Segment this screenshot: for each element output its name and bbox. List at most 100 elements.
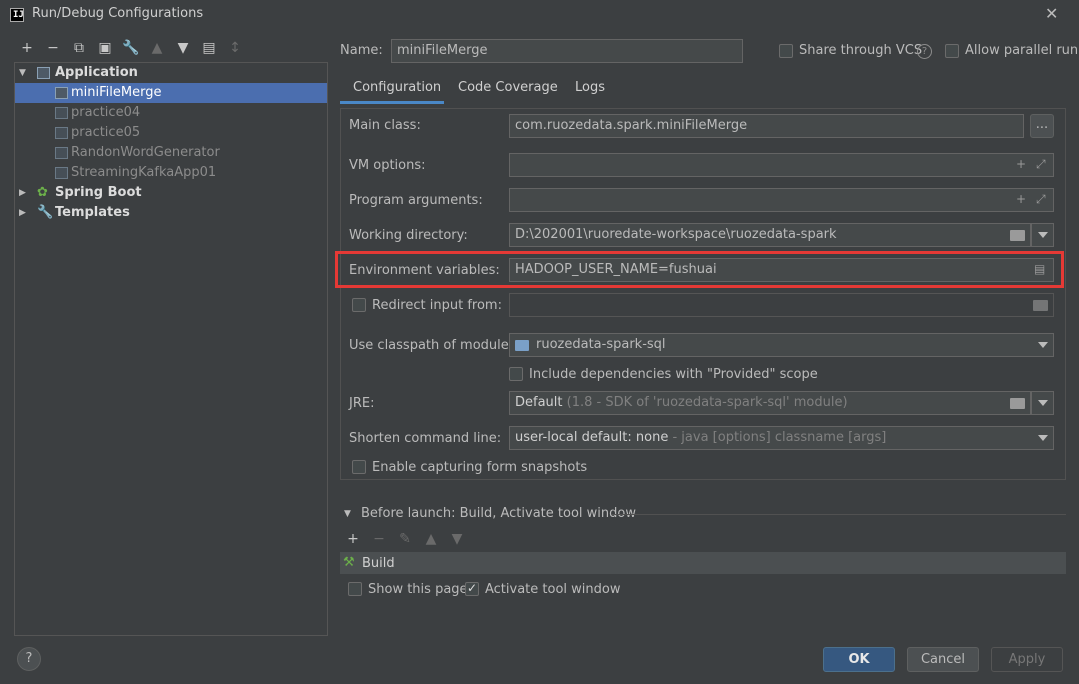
add-icon[interactable]: + (1016, 157, 1026, 171)
tree-label: practice04 (71, 105, 141, 120)
allow-parallel-label: Allow parallel run (965, 43, 1079, 58)
tree-item-minifilemerge[interactable]: miniFileMerge (15, 83, 327, 103)
name-label: Name: (340, 43, 383, 58)
move-down-icon[interactable]: ▼ (174, 39, 192, 57)
intellij-app-icon: IJ (10, 8, 24, 22)
copy-icon[interactable]: ⧉ (70, 39, 88, 57)
before-launch-title: Before launch: Build, Activate tool wind… (361, 506, 636, 521)
tree-item-practice04[interactable]: practice04 (15, 103, 327, 123)
expand-icon[interactable]: ⤢ (1036, 157, 1046, 172)
jre-input[interactable]: Default (1.8 - SDK of 'ruozedata-spark-s… (509, 391, 1031, 415)
move-down-icon[interactable]: ▼ (448, 530, 466, 548)
new-folder-icon[interactable]: ▤ (200, 39, 218, 57)
application-icon (55, 147, 68, 159)
show-page-label: Show this page (368, 582, 468, 597)
tree-label: practice05 (71, 125, 141, 140)
chevron-right-icon[interactable]: ▶ (19, 183, 26, 203)
working-dir-label: Working directory: (349, 228, 468, 243)
vm-options-label: VM options: (349, 158, 426, 173)
name-input[interactable]: miniFileMerge (391, 39, 743, 63)
highlight-box (335, 251, 1064, 288)
working-dir-input[interactable]: D:\202001\ruoredate-workspace\ruozedata-… (509, 223, 1031, 247)
tree-item-practice05[interactable]: practice05 (15, 123, 327, 143)
vm-options-input[interactable] (509, 153, 1054, 177)
activate-tool-checkbox[interactable] (465, 581, 479, 596)
share-vcs-checkbox[interactable] (779, 44, 793, 58)
chevron-down-icon (1038, 342, 1048, 348)
help-button[interactable]: ? (17, 647, 41, 671)
add-icon[interactable]: + (18, 39, 36, 57)
application-icon (55, 87, 68, 99)
tree-label: StreamingKafkaApp01 (71, 165, 217, 180)
jre-hint: (1.8 - SDK of 'ruozedata-spark-sql' modu… (566, 395, 848, 410)
folder-icon[interactable] (1033, 300, 1048, 311)
ok-button[interactable]: OK (823, 647, 895, 672)
jre-label: JRE: (349, 396, 375, 411)
shorten-select[interactable]: user-local default: none - java [options… (509, 426, 1054, 450)
wrench-icon[interactable]: 🔧 (122, 39, 140, 57)
cancel-button[interactable]: Cancel (907, 647, 979, 672)
edit-icon[interactable]: ✎ (396, 530, 414, 548)
program-args-input[interactable] (509, 188, 1054, 212)
chevron-down-icon[interactable]: ▼ (19, 63, 26, 83)
tree-item-streamingkafkaapp01[interactable]: StreamingKafkaApp01 (15, 163, 327, 183)
shorten-value: user-local default: none (515, 430, 669, 445)
sort-icon[interactable]: ↕ (226, 39, 244, 57)
classpath-label: Use classpath of module: (349, 338, 514, 353)
help-icon[interactable]: ? (917, 44, 932, 59)
chevron-right-icon[interactable]: ▶ (19, 203, 26, 223)
enable-snapshots-checkbox[interactable] (352, 460, 366, 474)
active-tab-indicator (340, 101, 444, 104)
chevron-down-icon (1038, 232, 1048, 238)
tree-label: miniFileMerge (71, 85, 162, 100)
tree-label: Templates (55, 205, 130, 220)
redirect-input[interactable] (509, 293, 1054, 317)
tree-label: RandonWordGenerator (71, 145, 220, 160)
tab-code-coverage[interactable]: Code Coverage (458, 80, 558, 104)
before-launch-task-row[interactable] (340, 552, 1066, 574)
tree-node-application[interactable]: ▼ Application (15, 63, 327, 83)
close-icon[interactable]: ✕ (1045, 4, 1058, 23)
module-icon (515, 340, 529, 351)
application-icon (55, 167, 68, 179)
remove-icon[interactable]: − (44, 39, 62, 57)
remove-icon[interactable]: − (370, 530, 388, 548)
allow-parallel-checkbox[interactable] (945, 44, 959, 58)
chevron-down-icon[interactable]: ▼ (344, 509, 351, 519)
classpath-select[interactable]: ruozedata-spark-sql (509, 333, 1054, 357)
configuration-tree[interactable]: ▼ Application miniFileMerge practice04 p… (14, 62, 328, 636)
folder-icon[interactable] (1010, 230, 1025, 241)
tree-label: Application (55, 65, 138, 80)
save-icon[interactable]: ▣ (96, 39, 114, 57)
tree-node-spring-boot[interactable]: ▶ ✿ Spring Boot (15, 183, 327, 203)
application-icon (37, 67, 50, 79)
jre-value: Default (515, 395, 563, 410)
tree-item-randonwordgenerator[interactable]: RandonWordGenerator (15, 143, 327, 163)
add-icon[interactable]: + (344, 530, 362, 548)
tab-logs[interactable]: Logs (575, 80, 605, 104)
shorten-hint: - java [options] classname [args] (672, 430, 887, 445)
window-title: Run/Debug Configurations (32, 6, 204, 21)
include-deps-checkbox[interactable] (509, 367, 523, 381)
tree-node-templates[interactable]: ▶ 🔧 Templates (15, 203, 327, 223)
expand-icon[interactable]: ⤢ (1036, 192, 1046, 207)
redirect-label: Redirect input from: (372, 298, 502, 313)
application-icon (55, 107, 68, 119)
move-up-icon[interactable]: ▲ (422, 530, 440, 548)
apply-button[interactable]: Apply (991, 647, 1063, 672)
share-vcs-label: Share through VCS (799, 43, 923, 58)
move-up-icon[interactable]: ▲ (148, 39, 166, 57)
add-icon[interactable]: + (1016, 192, 1026, 206)
main-class-input[interactable]: com.ruozedata.spark.miniFileMerge (509, 114, 1024, 138)
spring-boot-icon: ✿ (37, 185, 48, 200)
redirect-input-checkbox[interactable] (352, 298, 366, 312)
show-page-checkbox[interactable] (348, 582, 362, 596)
browse-button[interactable]: ... (1030, 114, 1054, 138)
chevron-down-icon (1038, 435, 1048, 441)
build-task-label: Build (362, 556, 395, 571)
folder-icon[interactable] (1010, 398, 1025, 409)
program-args-label: Program arguments: (349, 193, 483, 208)
enable-snapshots-label: Enable capturing form snapshots (372, 460, 588, 475)
chevron-down-icon (1038, 400, 1048, 406)
activate-tool-label: Activate tool window (485, 582, 621, 597)
